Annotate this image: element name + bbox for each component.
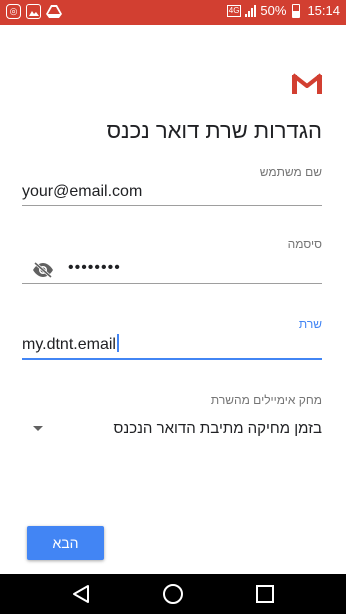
network-type: 4G xyxy=(226,4,242,17)
server-value: my.dtnt.email xyxy=(22,336,116,353)
system-status: 4G 50% 15:14 xyxy=(226,3,340,18)
dropdown-arrow-icon[interactable] xyxy=(33,426,43,431)
password-field[interactable]: •••••••• xyxy=(22,258,322,284)
delete-policy-value[interactable]: בזמן מחיקה מתיבת הדואר הנכנס xyxy=(114,420,322,437)
clock: 15:14 xyxy=(307,3,340,18)
signal-icon xyxy=(245,4,257,17)
password-label: סיסמה xyxy=(287,237,322,251)
server-label: שרת xyxy=(298,317,322,331)
notification-icons: ◎ xyxy=(6,4,62,24)
text-cursor xyxy=(116,334,119,352)
gmail-logo-icon xyxy=(291,73,323,94)
status-bar: ◎ 4G 50% 15:14 xyxy=(0,0,346,25)
server-value-wrap: my.dtnt.email xyxy=(22,334,119,354)
image-icon xyxy=(26,4,41,19)
recents-icon[interactable] xyxy=(254,583,276,605)
home-icon[interactable] xyxy=(162,583,184,605)
cast-icon: ◎ xyxy=(6,4,21,19)
battery-percent: 50% xyxy=(260,3,287,18)
delete-policy-label: מחק אימיילים מהשרת xyxy=(210,393,322,407)
back-icon[interactable] xyxy=(70,583,92,605)
username-label: שם משתמש xyxy=(259,165,322,179)
username-field[interactable]: your@email.com xyxy=(22,180,322,206)
server-field[interactable]: my.dtnt.email xyxy=(22,334,322,360)
password-value: •••••••• xyxy=(68,259,121,276)
page-title: הגדרות שרת דואר נכנס xyxy=(106,118,322,143)
visibility-off-icon[interactable] xyxy=(32,262,54,278)
drive-icon xyxy=(46,4,62,24)
next-button[interactable]: הבא xyxy=(27,526,104,560)
navigation-bar xyxy=(0,574,346,614)
username-value: your@email.com xyxy=(22,183,143,200)
battery-icon xyxy=(292,3,301,18)
